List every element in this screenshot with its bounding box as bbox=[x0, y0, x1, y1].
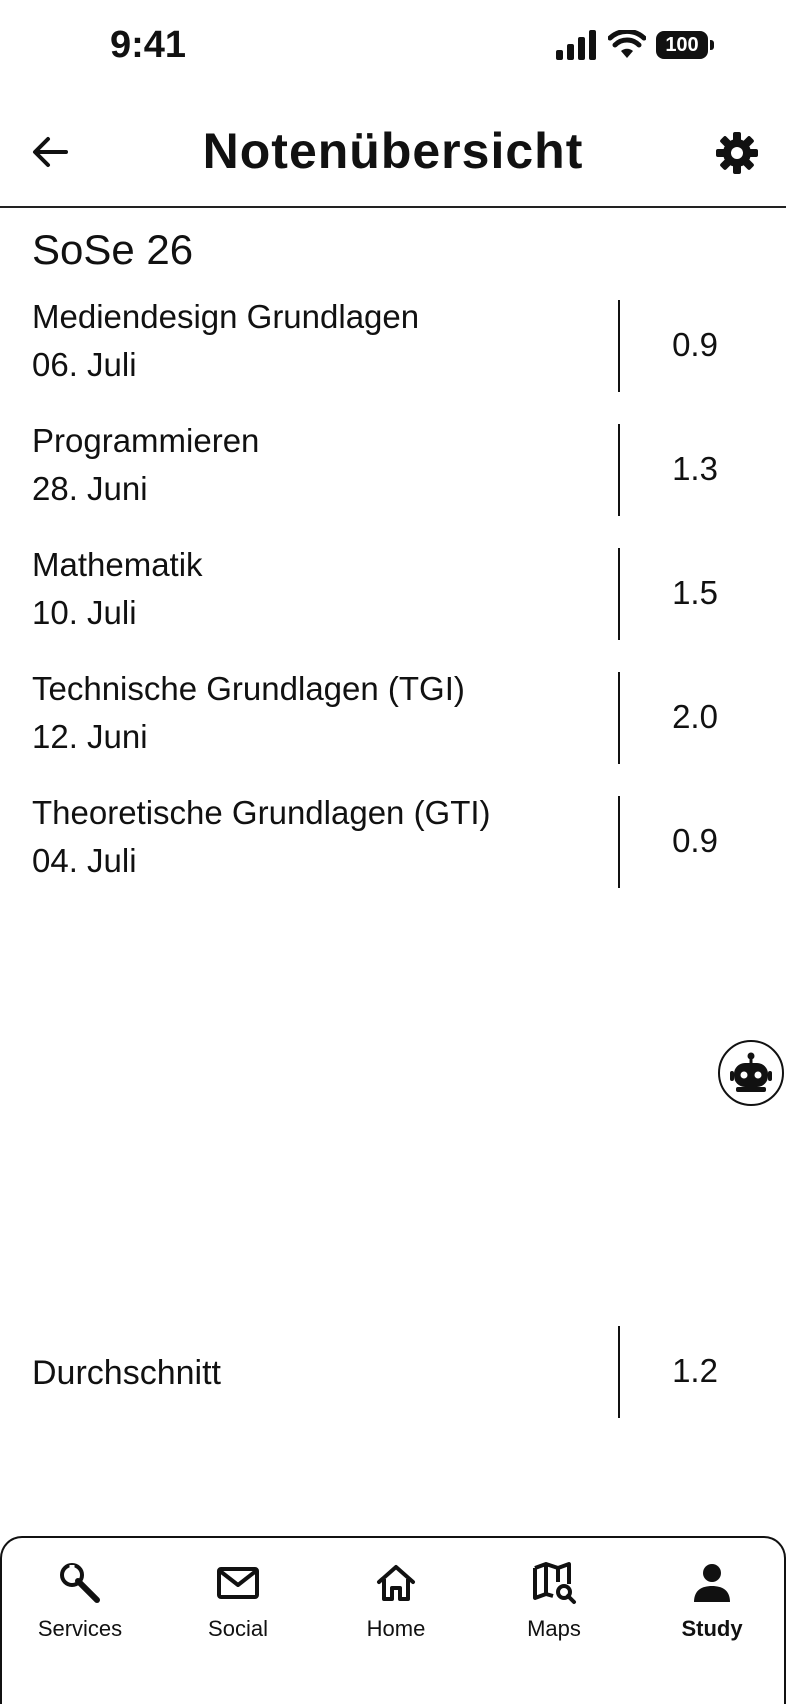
status-icons: 100 bbox=[556, 30, 714, 60]
course-name: Theoretische Grundlagen (GTI) bbox=[32, 794, 491, 831]
course-date: 10. Juli bbox=[32, 594, 137, 631]
robot-icon bbox=[730, 1052, 772, 1092]
course-date: 28. Juni bbox=[32, 470, 148, 507]
bottom-tab-bar: Services Social Home Maps Study bbox=[0, 1536, 786, 1704]
person-icon bbox=[694, 1564, 730, 1602]
tab-label: Social bbox=[208, 1616, 268, 1641]
grade-row[interactable]: Programmieren 28. Juni 1.3 bbox=[0, 422, 786, 516]
grade-row[interactable]: Technische Grundlagen (TGI) 12. Juni 2.0 bbox=[0, 670, 786, 764]
battery-icon: 100 bbox=[656, 31, 714, 59]
course-name: Technische Grundlagen (TGI) bbox=[32, 670, 465, 707]
status-bar: 9:41 100 bbox=[0, 0, 786, 100]
status-time: 9:41 bbox=[110, 24, 187, 66]
tab-label: Services bbox=[37, 1616, 123, 1641]
page-title: Notenübersicht bbox=[202, 123, 584, 179]
course-name: Mediendesign Grundlagen bbox=[32, 298, 420, 335]
course-grade: 1.3 bbox=[672, 450, 718, 487]
tab-social[interactable]: Social bbox=[168, 1560, 308, 1660]
course-grade: 0.9 bbox=[672, 822, 718, 859]
battery-tip bbox=[710, 40, 714, 50]
average-grade: 1.2 bbox=[672, 1352, 718, 1389]
grade-row[interactable]: Mediendesign Grundlagen 06. Juli 0.9 bbox=[0, 298, 786, 392]
grade-row[interactable]: Mathematik 10. Juli 1.5 bbox=[0, 546, 786, 640]
tab-label: Study bbox=[681, 1616, 743, 1641]
map-search-icon bbox=[533, 1562, 576, 1604]
home-icon bbox=[377, 1565, 415, 1601]
semester-heading: SoSe 26 bbox=[32, 226, 194, 273]
course-name: Mathematik bbox=[32, 546, 203, 583]
mail-icon bbox=[217, 1567, 259, 1599]
tab-maps[interactable]: Maps bbox=[484, 1560, 624, 1660]
tab-label: Maps bbox=[527, 1616, 581, 1641]
course-date: 04. Juli bbox=[32, 842, 137, 879]
tab-study[interactable]: Study bbox=[642, 1560, 782, 1660]
grade-row[interactable]: Theoretische Grundlagen (GTI) 04. Juli 0… bbox=[0, 794, 786, 888]
assistant-bot-button[interactable] bbox=[718, 1040, 784, 1106]
tab-services[interactable]: Services bbox=[10, 1560, 150, 1660]
signal-icon bbox=[556, 30, 596, 60]
settings-button[interactable] bbox=[714, 130, 760, 176]
battery-level: 100 bbox=[656, 31, 708, 59]
tab-label: Home bbox=[366, 1616, 426, 1641]
wifi-icon bbox=[608, 30, 646, 58]
average-label: Durchschnitt bbox=[32, 1354, 221, 1392]
tab-home[interactable]: Home bbox=[326, 1560, 466, 1660]
header: Notenübersicht bbox=[0, 100, 786, 208]
course-date: 06. Juli bbox=[32, 346, 137, 383]
average-row: Durchschnitt 1.2 bbox=[0, 1326, 786, 1418]
course-grade: 2.0 bbox=[672, 698, 718, 735]
course-grade: 0.9 bbox=[672, 326, 718, 363]
gear-icon bbox=[716, 132, 758, 174]
course-name: Programmieren bbox=[32, 422, 260, 459]
wrench-icon bbox=[60, 1563, 100, 1603]
course-date: 12. Juni bbox=[32, 718, 148, 755]
course-grade: 1.5 bbox=[672, 574, 718, 611]
